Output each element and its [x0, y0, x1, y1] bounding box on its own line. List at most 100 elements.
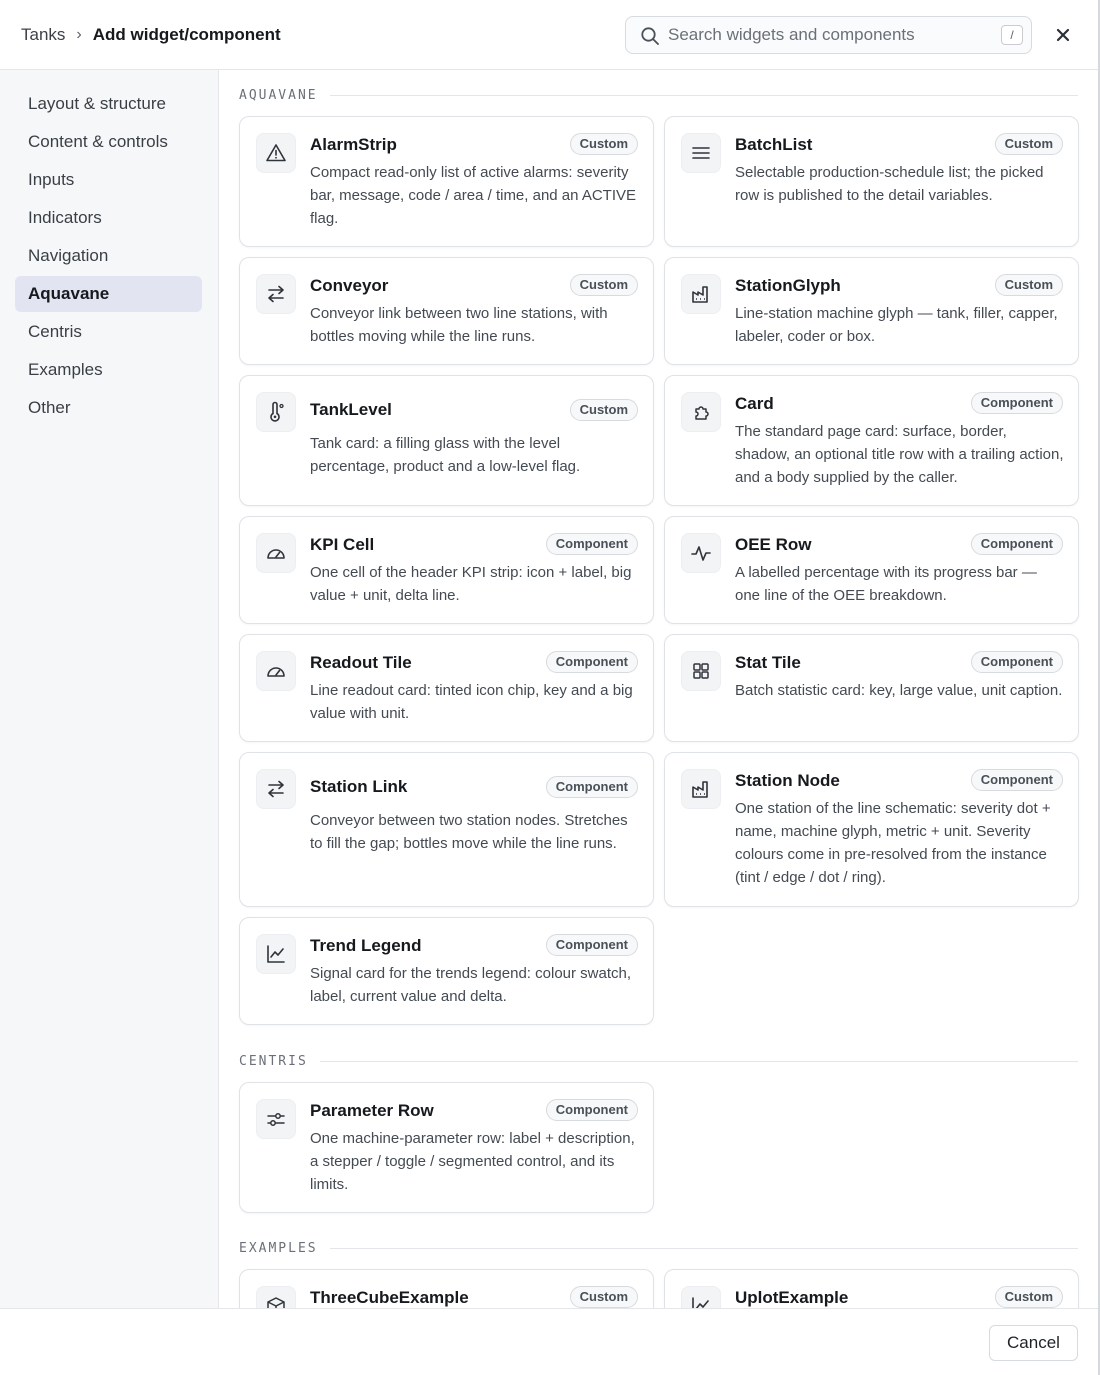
- section-header-centris: CENTRIS: [239, 1053, 1078, 1069]
- card-title: Station Node: [735, 771, 840, 790]
- sidebar-item-content-controls[interactable]: Content & controls: [15, 124, 202, 160]
- type-badge: Custom: [569, 1286, 638, 1308]
- warning-triangle-icon: [256, 133, 296, 173]
- add-widget-dialog: Tanks › Add widget/component / Layout & …: [0, 0, 1100, 1375]
- type-badge: Component: [970, 769, 1063, 791]
- section-divider: [329, 94, 1078, 96]
- card-title: Card: [735, 394, 774, 413]
- dialog-header: Tanks › Add widget/component /: [0, 0, 1098, 70]
- widget-card-kpi-cell[interactable]: KPI Cell Component One cell of the heade…: [239, 516, 654, 624]
- card-description: Line-station machine glyph — tank, fille…: [735, 305, 1058, 345]
- widget-card-station-node[interactable]: Station Node Component One station of th…: [664, 752, 1079, 907]
- grid-icon: [681, 651, 721, 691]
- widget-card-conveyor[interactable]: Conveyor Custom Conveyor link between tw…: [239, 257, 654, 365]
- search-box[interactable]: /: [625, 16, 1032, 54]
- card-title: UplotExample: [735, 1288, 849, 1307]
- close-icon: [1051, 23, 1075, 47]
- type-badge: Component: [970, 651, 1063, 673]
- widget-card-card[interactable]: Card Component The standard page card: s…: [664, 375, 1079, 506]
- search-shortcut-key: /: [1001, 25, 1023, 45]
- activity-icon: [681, 533, 721, 573]
- widget-card-oee-row[interactable]: OEE Row Component A labelled percentage …: [664, 516, 1079, 624]
- gauge-icon: [256, 533, 296, 573]
- card-title: AlarmStrip: [310, 135, 397, 154]
- widget-card-station-link[interactable]: Station Link Component Conveyor between …: [239, 752, 654, 907]
- card-title: Readout Tile: [310, 653, 412, 672]
- card-title: OEE Row: [735, 535, 812, 554]
- type-badge: Custom: [569, 274, 638, 296]
- card-title: Conveyor: [310, 276, 389, 295]
- widget-card-uplotexample[interactable]: UplotExample Custom: [664, 1269, 1079, 1308]
- widget-card-stationglyph[interactable]: StationGlyph Custom Line-station machine…: [664, 257, 1079, 365]
- card-title: KPI Cell: [310, 535, 375, 554]
- card-description: A labelled percentage with its progress …: [735, 564, 1037, 604]
- puzzle-icon: [681, 392, 721, 432]
- section-header-examples: EXAMPLES: [239, 1240, 1078, 1256]
- card-description: Tank card: a filling glass with the leve…: [310, 435, 581, 475]
- card-title: Station Link: [310, 777, 408, 796]
- type-badge: Component: [545, 651, 638, 673]
- type-badge: Custom: [994, 274, 1063, 296]
- card-description: Line readout card: tinted icon chip, key…: [310, 682, 633, 722]
- widget-card-batchlist[interactable]: BatchList Custom Selectable production-s…: [664, 116, 1079, 247]
- card-title: StationGlyph: [735, 276, 841, 295]
- search-icon: [640, 26, 660, 46]
- card-title: TankLevel: [310, 400, 392, 419]
- widget-card-stat-tile[interactable]: Stat Tile Component Batch statistic card…: [664, 634, 1079, 742]
- card-description: Signal card for the trends legend: colou…: [310, 965, 632, 1005]
- type-badge: Component: [970, 392, 1063, 414]
- breadcrumb: Tanks › Add widget/component: [21, 24, 281, 46]
- sidebar-item-indicators[interactable]: Indicators: [15, 200, 202, 236]
- widget-card-threecubeexample[interactable]: ThreeCubeExample Custom: [239, 1269, 654, 1308]
- section-title: EXAMPLES: [239, 1240, 318, 1256]
- type-badge: Component: [545, 533, 638, 555]
- section-header-aquavane: AQUAVANE: [239, 87, 1078, 103]
- type-badge: Custom: [994, 1286, 1063, 1308]
- factory-icon: [681, 274, 721, 314]
- sliders-icon: [256, 1099, 296, 1139]
- sidebar-item-layout-structure[interactable]: Layout & structure: [15, 86, 202, 122]
- swap-arrows-icon: [256, 274, 296, 314]
- cube-icon: [256, 1286, 296, 1308]
- card-title: ThreeCubeExample: [310, 1288, 469, 1307]
- search-input[interactable]: [668, 23, 988, 47]
- section-divider: [319, 1060, 1078, 1062]
- card-description: The standard page card: surface, border,…: [735, 423, 1064, 486]
- widget-card-readout-tile[interactable]: Readout Tile Component Line readout card…: [239, 634, 654, 742]
- card-description: One station of the line schematic: sever…: [735, 800, 1051, 886]
- list-lines-icon: [681, 133, 721, 173]
- sidebar-item-inputs[interactable]: Inputs: [15, 162, 202, 198]
- widget-card-tanklevel[interactable]: TankLevel Custom Tank card: a filling gl…: [239, 375, 654, 506]
- sidebar-item-other[interactable]: Other: [15, 390, 202, 426]
- sidebar-item-navigation[interactable]: Navigation: [15, 238, 202, 274]
- breadcrumb-parent-link[interactable]: Tanks: [21, 24, 65, 46]
- category-sidebar: Layout & structure Content & controls In…: [0, 70, 219, 1308]
- close-button[interactable]: [1051, 23, 1075, 47]
- card-title: Parameter Row: [310, 1101, 434, 1120]
- widget-card-trend-legend[interactable]: Trend Legend Component Signal card for t…: [239, 917, 654, 1025]
- widget-card-alarmstrip[interactable]: AlarmStrip Custom Compact read-only list…: [239, 116, 654, 247]
- card-title: Stat Tile: [735, 653, 801, 672]
- card-description: Batch statistic card: key, large value, …: [735, 682, 1063, 699]
- line-chart-icon: [256, 934, 296, 974]
- type-badge: Component: [545, 1099, 638, 1121]
- dialog-footer: Cancel: [0, 1308, 1098, 1375]
- sidebar-item-centris[interactable]: Centris: [15, 314, 202, 350]
- section-divider: [329, 1247, 1078, 1249]
- section-title: CENTRIS: [239, 1053, 308, 1069]
- widget-card-parameter-row[interactable]: Parameter Row Component One machine-para…: [239, 1082, 654, 1213]
- cancel-button[interactable]: Cancel: [989, 1325, 1078, 1361]
- sidebar-item-aquavane[interactable]: Aquavane: [15, 276, 202, 312]
- widget-catalog[interactable]: AQUAVANE AlarmStrip Custom Compact read-…: [219, 70, 1098, 1308]
- type-badge: Custom: [569, 399, 638, 421]
- gauge-icon: [256, 651, 296, 691]
- card-description: Conveyor link between two line stations,…: [310, 305, 608, 345]
- card-title: Trend Legend: [310, 936, 422, 955]
- sidebar-item-examples[interactable]: Examples: [15, 352, 202, 388]
- type-badge: Component: [970, 533, 1063, 555]
- card-description: Selectable production-schedule list; the…: [735, 164, 1044, 204]
- thermometer-icon: [256, 392, 296, 432]
- card-description: Conveyor between two station nodes. Stre…: [310, 812, 628, 852]
- card-description: One cell of the header KPI strip: icon +…: [310, 564, 632, 604]
- card-description: Compact read-only list of active alarms:…: [310, 164, 637, 227]
